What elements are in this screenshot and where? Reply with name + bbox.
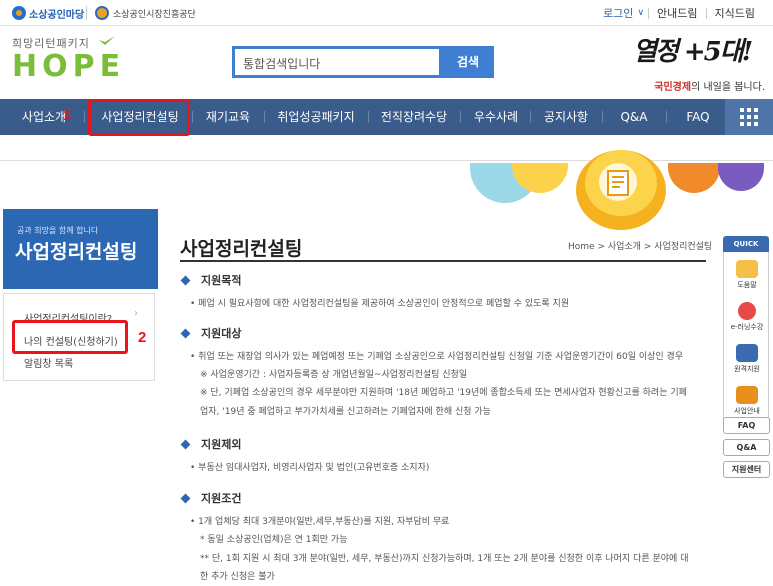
divider — [460, 111, 461, 123]
decoration — [718, 163, 764, 191]
divider — [368, 111, 369, 123]
nav-item-re-education[interactable]: 재기교육 — [196, 99, 260, 135]
info-link[interactable]: 안내드림 — [649, 5, 705, 21]
annotation-number-2: 2 — [138, 329, 147, 346]
quick-item-label: e-러닝수강 — [730, 323, 764, 331]
quick-qna-button[interactable]: Q&A — [723, 439, 770, 456]
quick-item-elearning[interactable]: e-러닝수강 — [724, 302, 770, 332]
section-heading-target: 지원대상 — [180, 325, 242, 341]
paragraph: • 1개 업체당 최대 3개분야(일반,세무,부동산)를 지원, 자부담비 무료 — [190, 517, 450, 527]
section-heading-exclusion: 지원제외 — [180, 436, 242, 452]
nav-item-transfer-allowance[interactable]: 전직장려수당 — [372, 99, 456, 135]
utility-links: 로그인 ∨ 안내드림 지식드림 — [595, 5, 763, 21]
sidebar-item-alert-list[interactable]: 알림창 목록 — [24, 355, 73, 370]
nav-item-qna[interactable]: Q&A — [606, 99, 662, 135]
breadcrumb[interactable]: Home > 사업소개 > 사업정리컨설팅 — [568, 239, 712, 252]
paragraph: ** 단, 1회 지원 시 최대 3개 분야(일반, 세무, 부동산)까지 신청… — [200, 554, 689, 564]
quick-menu-body: 도움말 e-러닝수강 원격지원 사업안내 — [723, 252, 769, 424]
chevron-down-icon[interactable]: ∨ — [637, 8, 644, 18]
diamond-bullet-icon — [180, 439, 191, 449]
quick-support-center-button[interactable]: 지원센터 — [723, 461, 770, 478]
brand-tag-rest: 의 내일을 봅니다. — [691, 82, 765, 93]
paragraph: ※ 사업운영기간 : 사업자등록증 상 개업년월일~사업정리컨설팅 신청일 — [200, 370, 468, 380]
top-utility-bar: 소상공인마당 소상공인시장진흥공단 로그인 ∨ 안내드림 지식드림 — [0, 0, 773, 26]
brand-tag-highlight: 국민경제 — [654, 82, 692, 93]
guide-book-icon — [736, 386, 758, 404]
quick-item-label: 원격지원 — [734, 365, 760, 373]
quick-item-remote[interactable]: 원격지원 — [724, 344, 770, 374]
section-heading-conditions: 지원조건 — [180, 490, 242, 506]
annotation-box-2 — [12, 320, 128, 354]
quick-item-label: 도움말 — [737, 281, 757, 289]
brand-slogan-logo: 열정 +5대! 국민경제의 내일을 봅니다. — [615, 31, 765, 93]
sosang-madang-logo[interactable]: 소상공인마당 — [12, 5, 84, 21]
annotation-box-1 — [88, 99, 190, 136]
divider — [84, 111, 85, 123]
diamond-bullet-icon — [180, 493, 191, 503]
play-icon — [738, 302, 756, 320]
divider — [192, 111, 193, 123]
decoration — [668, 163, 720, 193]
search-input[interactable]: 통합검색입니다 — [232, 46, 442, 78]
search-button[interactable]: 검색 — [442, 46, 494, 78]
chevron-right-icon: › — [134, 308, 138, 319]
divider — [530, 111, 531, 123]
divider — [602, 111, 603, 123]
diamond-bullet-icon — [180, 328, 191, 338]
section-heading-text: 지원제외 — [201, 438, 242, 451]
quick-menu-header: QUICK — [723, 236, 769, 252]
nav-item-best-cases[interactable]: 우수사례 — [464, 99, 528, 135]
paragraph: • 폐업 시 필요사항에 대한 사업정리컨설팅을 제공하여 소상공인이 안정적으… — [190, 299, 570, 309]
login-link[interactable]: 로그인 — [595, 5, 641, 21]
paragraph: ※ 단, 기폐업 소상공인의 경우 세무분야만 지원하며 '18년 폐업하고 '… — [200, 388, 687, 398]
nav-item-faq[interactable]: FAQ — [670, 99, 726, 135]
nav-item-employment-package[interactable]: 취업성공패키지 — [268, 99, 364, 135]
paragraph: • 취업 또는 재창업 의사가 있는 폐업예정 또는 기폐업 소상공인으로 사업… — [190, 352, 684, 362]
paragraph: * 동일 소상공인(업체)은 연 1회만 가능 — [200, 535, 348, 545]
sidebar-banner: 공과 희망을 함께 합니다 사업정리컨설팅 — [3, 209, 158, 289]
madang-logo-icon — [12, 6, 26, 20]
title-divider — [180, 260, 706, 262]
paragraph: 한 추가 신청은 불가 — [200, 572, 275, 582]
paragraph: • 부동산 임대사업자, 비영리사업자 및 법인(고유번호증 소지자) — [190, 463, 430, 473]
sub-nav-bar — [0, 135, 773, 161]
logo1-text: 소상공인마당 — [29, 9, 85, 21]
quick-item-guide[interactable]: 사업안내 — [724, 386, 770, 416]
section-heading-text: 지원목적 — [201, 274, 242, 287]
help-icon — [736, 260, 758, 278]
diamond-bullet-icon — [180, 275, 191, 285]
hope-logo[interactable]: 희망리턴패키지 HOPE — [12, 35, 125, 83]
remote-support-icon — [736, 344, 758, 362]
sidebar-banner-subtitle: 공과 희망을 함께 합니다 — [17, 226, 99, 235]
logo2-text: 소상공인시장진흥공단 — [113, 9, 196, 20]
paragraph: 업자, '19년 중 폐업하고 부가가치세를 신고하려는 기폐업자에 한해 신청… — [200, 407, 491, 417]
quick-item-label: 사업안내 — [734, 407, 760, 415]
knowledge-link[interactable]: 지식드림 — [707, 5, 763, 21]
semas-emblem-icon — [95, 6, 109, 20]
quick-faq-button[interactable]: FAQ — [723, 417, 770, 434]
divider — [86, 6, 87, 20]
section-heading-text: 지원조건 — [201, 492, 242, 505]
sidebar-banner-title: 사업정리컨설팅 — [15, 241, 138, 263]
nav-item-notices[interactable]: 공지사항 — [534, 99, 598, 135]
brand-script: 열정 +5대! — [633, 37, 753, 67]
quick-item-help[interactable]: 도움말 — [724, 260, 770, 290]
header: 희망리턴패키지 HOPE 통합검색입니다 검색 열정 +5대! 국민경제의 내일… — [0, 27, 773, 99]
checkmark-icon — [99, 36, 115, 45]
quick-menu: QUICK 도움말 e-러닝수강 원격지원 사업안내 — [723, 236, 771, 424]
annotation-number-1: 1 — [63, 107, 72, 124]
document-icon — [599, 163, 637, 201]
divider — [666, 111, 667, 123]
semas-logo[interactable]: 소상공인시장진흥공단 — [95, 5, 196, 21]
brand-tagline: 국민경제의 내일을 봅니다. — [654, 78, 765, 93]
section-heading-purpose: 지원목적 — [180, 272, 242, 288]
section-heading-text: 지원대상 — [201, 327, 242, 340]
page-title: 사업정리컨설팅 — [180, 238, 303, 260]
divider — [264, 111, 265, 123]
hope-wordmark: HOPE — [12, 49, 126, 84]
all-menu-grid-icon[interactable] — [725, 99, 773, 135]
